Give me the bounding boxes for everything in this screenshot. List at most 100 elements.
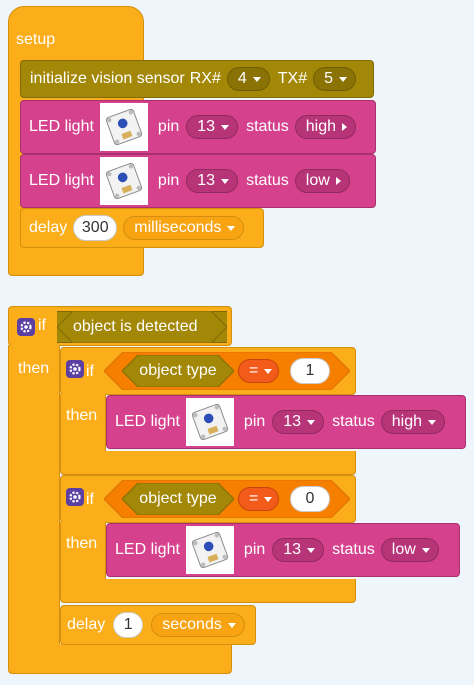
gear-icon[interactable] (66, 360, 84, 378)
led-module-image (99, 157, 148, 205)
pin-value: 13 (197, 172, 216, 189)
caret-down-icon (421, 547, 430, 553)
status-dropdown[interactable]: high (380, 410, 446, 434)
pin-dropdown[interactable]: 13 (272, 538, 325, 562)
led-module-image (185, 398, 234, 446)
caret-down-icon (252, 76, 261, 82)
time-unit-value: seconds (162, 616, 222, 633)
caret-down-icon (339, 76, 348, 82)
then-label: then (18, 360, 50, 377)
led-label: LED light (29, 118, 94, 135)
caret-down-icon (221, 124, 230, 130)
pin-dropdown[interactable]: 13 (186, 115, 239, 139)
pin-value: 13 (283, 413, 302, 430)
tx-label: TX# (277, 70, 308, 87)
inner-if-footer (60, 451, 356, 475)
status-dropdown[interactable]: low (380, 538, 439, 562)
led-label: LED light (29, 172, 94, 189)
status-label: status (246, 118, 289, 135)
pin-value: 13 (283, 541, 302, 558)
setup-label: setup (16, 31, 56, 48)
object-type-label: object type (139, 490, 217, 507)
status-dropdown[interactable]: high (294, 115, 357, 139)
pin-label: pin (157, 118, 180, 135)
rx-value: 4 (237, 70, 247, 87)
time-unit-dropdown[interactable]: seconds (151, 613, 245, 637)
status-label: status (246, 172, 289, 189)
rx-label: RX# (189, 70, 221, 87)
caret-down-icon (221, 178, 230, 184)
comparison-block[interactable]: object type = 0 (104, 480, 350, 518)
time-unit-dropdown[interactable]: milliseconds (123, 216, 245, 240)
status-value: low (391, 541, 416, 558)
caret-right-icon (342, 123, 348, 131)
if-block-arm (8, 345, 60, 645)
caret-down-icon (227, 225, 236, 231)
caret-down-icon (227, 622, 236, 628)
caret-down-icon (307, 419, 316, 425)
caret-down-icon (264, 368, 273, 374)
led-module-image (99, 103, 148, 151)
delay-label: delay (29, 219, 68, 236)
gear-icon[interactable] (17, 318, 35, 336)
caret-down-icon (307, 547, 316, 553)
led-light-block[interactable]: LED light pin 13 status high (106, 395, 466, 449)
caret-down-icon (428, 419, 437, 425)
operator-value: = (249, 362, 259, 379)
status-value: high (305, 118, 337, 135)
operator-value: = (249, 490, 259, 507)
status-value: high (391, 413, 423, 430)
status-dropdown[interactable]: low (294, 169, 350, 193)
object-type-reporter[interactable]: object type (122, 483, 234, 515)
tx-value: 5 (324, 70, 334, 87)
delay-value: 300 (81, 219, 109, 236)
rhs-value: 0 (305, 490, 315, 507)
inner-if-footer (60, 579, 356, 603)
pin-label: pin (157, 172, 180, 189)
caret-down-icon (264, 496, 273, 502)
object-detected-label: object is detected (73, 318, 198, 335)
led-module-image (185, 526, 234, 574)
led-light-block[interactable]: LED light pin 13 status low (20, 154, 376, 208)
comparison-block[interactable]: object type = 1 (104, 352, 350, 390)
led-light-block[interactable]: LED light pin 13 status high (20, 100, 376, 154)
delay-block[interactable]: delay 300 milliseconds (20, 208, 264, 248)
led-light-block[interactable]: LED light pin 13 status low (106, 523, 460, 577)
then-label: then (66, 407, 98, 424)
delay-value-input[interactable]: 1 (113, 612, 144, 638)
rhs-value-input[interactable]: 1 (290, 358, 330, 384)
led-label: LED light (115, 413, 180, 430)
rhs-value: 1 (305, 362, 315, 379)
pin-label: pin (243, 413, 266, 430)
status-label: status (332, 541, 375, 558)
object-type-label: object type (139, 362, 217, 379)
led-label: LED light (115, 541, 180, 558)
if-label: if (86, 363, 94, 380)
operator-dropdown[interactable]: = (238, 359, 280, 383)
pin-dropdown[interactable]: 13 (186, 169, 239, 193)
delay-value: 1 (123, 616, 133, 633)
pin-label: pin (243, 541, 266, 558)
delay-block[interactable]: delay 1 seconds (60, 605, 256, 645)
delay-value-input[interactable]: 300 (73, 215, 118, 241)
init-vision-sensor-block[interactable]: initialize vision sensor RX# 4 TX# 5 (20, 60, 374, 98)
tx-dropdown[interactable]: 5 (313, 67, 357, 91)
pin-dropdown[interactable]: 13 (272, 410, 325, 434)
rx-dropdown[interactable]: 4 (226, 67, 270, 91)
status-value: low (305, 172, 330, 189)
init-vision-label: initialize vision sensor (30, 70, 185, 87)
delay-label: delay (67, 616, 106, 633)
rhs-value-input[interactable]: 0 (290, 486, 330, 512)
time-unit-value: milliseconds (134, 219, 222, 236)
gear-icon[interactable] (66, 488, 84, 506)
object-detected-condition[interactable]: object is detected (57, 311, 227, 343)
if-label: if (86, 491, 94, 508)
caret-right-icon (335, 177, 341, 185)
if-block-footer (8, 644, 232, 674)
if-label: if (38, 317, 46, 334)
pin-value: 13 (197, 118, 216, 135)
operator-dropdown[interactable]: = (238, 487, 280, 511)
object-type-reporter[interactable]: object type (122, 355, 234, 387)
status-label: status (332, 413, 375, 430)
then-label: then (66, 535, 98, 552)
